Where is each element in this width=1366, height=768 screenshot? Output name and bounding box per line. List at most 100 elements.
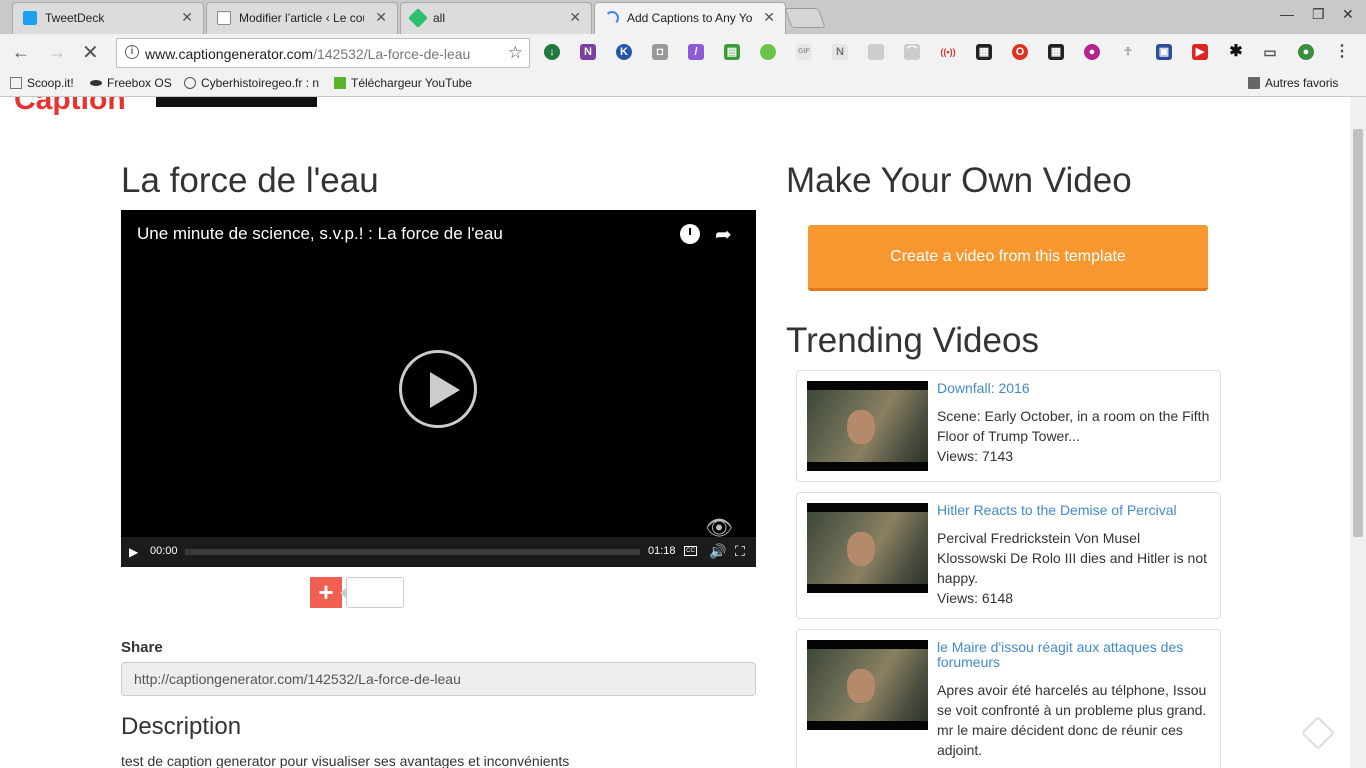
captions-icon[interactable]: CC <box>684 546 697 556</box>
trending-card[interactable]: le Maire d'issou réagit aux attaques des… <box>796 629 1221 768</box>
video-thumbnail[interactable] <box>807 503 928 593</box>
tab-title: Modifier l’article ‹ Le cou <box>239 11 364 25</box>
play-icon[interactable]: ▶ <box>129 545 138 559</box>
feedly-icon <box>408 8 428 28</box>
gif-icon[interactable]: GIF <box>796 44 812 60</box>
play-button[interactable] <box>399 350 477 428</box>
progress-track[interactable] <box>185 549 640 555</box>
video-player[interactable]: Une minute de science, s.v.p.! : La forc… <box>121 210 756 567</box>
tab-tweetdeck[interactable]: TweetDeck ✕ <box>12 2 204 34</box>
url-text: www.captiongenerator.com/142532/La-force… <box>145 46 471 62</box>
n-icon[interactable]: N <box>832 44 848 60</box>
broadcast-icon[interactable]: ((•)) <box>940 44 956 60</box>
twitter-icon <box>23 11 37 25</box>
share-url-input[interactable]: http://captiongenerator.com/142532/La-fo… <box>121 662 756 696</box>
page-scrollbar[interactable] <box>1350 97 1366 768</box>
green-dot-icon[interactable] <box>760 44 776 60</box>
ankh-icon[interactable]: ☥ <box>1120 44 1136 60</box>
thumbnail-scene <box>807 649 928 721</box>
feather-icon[interactable]: / <box>688 44 704 60</box>
menu-icon[interactable]: ⋮ <box>1334 44 1350 60</box>
bookmark-label: Cyberhistoiregeo.fr : n <box>201 76 320 90</box>
share-label: Share <box>121 639 163 656</box>
cast-icon[interactable]: ▭ <box>1262 44 1278 60</box>
page-content: Caption La force de l'eau Une minute de … <box>0 97 1366 768</box>
qr-code-icon-2[interactable]: ▦ <box>1048 44 1064 60</box>
tab-strip: TweetDeck ✕ Modifier l’article ‹ Le cou … <box>0 0 1366 35</box>
asterisk-icon[interactable]: ✱ <box>1228 44 1244 60</box>
site-logo[interactable]: Caption <box>14 97 126 117</box>
close-window-icon[interactable]: ✕ <box>1342 6 1354 23</box>
camera-icon[interactable]: ◘ <box>652 44 668 60</box>
scrollbar-thumb[interactable] <box>1353 129 1363 537</box>
tab-all[interactable]: all ✕ <box>400 2 592 34</box>
info-icon[interactable]: i <box>125 45 139 59</box>
trending-video-desc: Percival Fredrickstein Von Musel Klossow… <box>937 530 1207 586</box>
owl-icon <box>184 77 196 89</box>
thumbnail-scene <box>807 512 928 584</box>
forward-icon[interactable]: → <box>48 42 66 63</box>
time-current: 00:00 <box>150 545 178 557</box>
tab-title: all <box>433 11 446 25</box>
player-controls: ▶ 00:00 01:18 CC 🔊 ⛶ <box>121 537 756 567</box>
onenote-icon[interactable]: N <box>580 44 596 60</box>
trending-title: Trending Videos <box>786 321 1039 360</box>
trending-card[interactable]: Hitler Reacts to the Demise of Percival … <box>796 492 1221 619</box>
trending-video-title[interactable]: Hitler Reacts to the Demise of Percival <box>937 503 1207 518</box>
tab-modifier-article[interactable]: Modifier l’article ‹ Le cou ✕ <box>206 2 398 34</box>
feedback-icon[interactable] <box>1301 716 1335 750</box>
klout-icon[interactable]: K <box>616 44 632 60</box>
player-title[interactable]: Une minute de science, s.v.p.! : La forc… <box>137 224 503 244</box>
close-icon[interactable]: ✕ <box>375 9 387 26</box>
extension-download-icon[interactable]: ↓ <box>544 44 560 60</box>
tab-add-captions[interactable]: Add Captions to Any Yo ✕ <box>594 2 786 35</box>
share-arrow-icon[interactable]: ➦ <box>715 222 732 247</box>
qr-code-icon[interactable]: ▦ <box>976 44 992 60</box>
page-icon <box>10 77 22 89</box>
rss-icon[interactable]: ⌒ <box>904 44 920 60</box>
trending-video-title[interactable]: le Maire d'issou réagit aux attaques des… <box>937 640 1207 670</box>
reader-icon[interactable]: ▣ <box>1156 44 1172 60</box>
minimize-icon[interactable]: — <box>1280 6 1294 22</box>
bookmark-label: Autres favoris <box>1265 76 1339 90</box>
grey-extension-icon[interactable] <box>868 44 884 60</box>
video-thumbnail[interactable] <box>807 381 928 471</box>
close-icon[interactable]: ✕ <box>569 9 581 26</box>
volume-icon[interactable]: 🔊 <box>709 543 726 560</box>
opera-icon[interactable]: O <box>1012 44 1028 60</box>
address-bar[interactable]: i www.captiongenerator.com/142532/La-for… <box>116 38 530 68</box>
turtle-icon[interactable]: ● <box>1298 44 1314 60</box>
bookmark-cyberhistoiregeo[interactable]: Cyberhistoiregeo.fr : n <box>184 76 322 90</box>
bookmark-other-folder[interactable]: Autres favoris <box>1248 76 1338 90</box>
make-video-title: Make Your Own Video <box>786 161 1132 200</box>
thumbnail-scene <box>807 390 928 462</box>
close-icon[interactable]: ✕ <box>763 9 775 26</box>
trending-card[interactable]: Downfall: 2016 Scene: Early October, in … <box>796 370 1221 482</box>
watch-later-icon[interactable] <box>680 224 700 244</box>
bookmark-telechargeur[interactable]: Téléchargeur YouTube <box>334 76 472 90</box>
restore-icon[interactable]: ❐ <box>1312 6 1325 23</box>
new-tab-button[interactable] <box>784 8 826 28</box>
fullscreen-icon[interactable]: ⛶ <box>735 543 745 560</box>
bookmark-scoopit[interactable]: Scoop.it! <box>10 76 74 90</box>
youtube-icon[interactable]: ▶ <box>1192 44 1208 60</box>
stop-icon[interactable]: ✕ <box>82 40 99 65</box>
page-icon <box>217 11 231 25</box>
back-icon[interactable]: ← <box>12 42 30 63</box>
bookmarks-bar: Scoop.it! Freebox OS Cyberhistoiregeo.fr… <box>0 72 1366 97</box>
print-icon[interactable]: ▤ <box>724 44 740 60</box>
create-video-button[interactable]: Create a video from this template <box>808 225 1208 291</box>
add-plus-button[interactable]: + <box>310 577 342 608</box>
bookmark-star-icon[interactable]: ☆ <box>508 43 523 63</box>
close-icon[interactable]: ✕ <box>181 9 193 26</box>
bookmark-freebox[interactable]: Freebox OS <box>90 76 172 90</box>
folder-icon <box>1248 77 1260 89</box>
tab-title: Add Captions to Any Yo <box>627 11 753 25</box>
bookmark-label: Freebox OS <box>107 76 172 90</box>
trending-video-title[interactable]: Downfall: 2016 <box>937 381 1207 396</box>
trending-video-desc: Apres avoir été harcelés au télphone, Is… <box>937 682 1207 758</box>
bookmark-label: Téléchargeur YouTube <box>351 76 472 90</box>
video-thumbnail[interactable] <box>807 640 928 730</box>
music-icon[interactable]: ● <box>1084 44 1100 60</box>
thumbnail-face <box>847 669 875 703</box>
